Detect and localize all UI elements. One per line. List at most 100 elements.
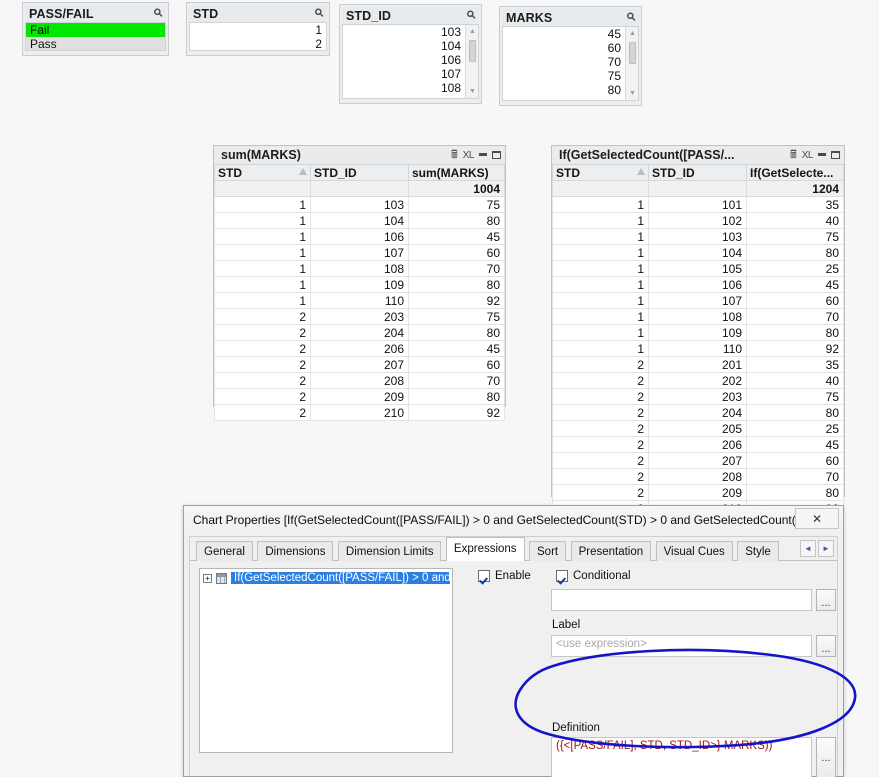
excel-export-icon[interactable]: XL: [802, 150, 814, 161]
minimize-icon[interactable]: [818, 153, 826, 156]
tab-scroll-buttons[interactable]: ◄ ►: [800, 540, 834, 557]
table-row[interactable]: 2 203 75: [214, 308, 505, 325]
cell-std[interactable]: 1: [214, 212, 311, 229]
column-header-expression[interactable]: sum(MARKS): [408, 165, 505, 181]
label-expression-browse-button[interactable]: ...: [816, 635, 836, 657]
table-row[interactable]: 1 109 80: [552, 324, 844, 341]
cell-std-id[interactable]: 106: [648, 276, 747, 293]
table-row[interactable]: 2 207 60: [214, 356, 505, 373]
cell-std-id[interactable]: 108: [648, 308, 747, 325]
close-icon[interactable]: ✕: [795, 508, 839, 529]
cell-std-id[interactable]: 101: [648, 196, 747, 213]
table-row[interactable]: 1 107 60: [214, 244, 505, 261]
list-item[interactable]: 2: [190, 37, 326, 50]
listbox-body[interactable]: 103 104 106 107 108 ▲ ▼: [342, 24, 479, 99]
conditional-checkbox[interactable]: Conditional: [556, 570, 631, 582]
print-icon[interactable]: 🖩: [451, 149, 458, 161]
cell-std-id[interactable]: 206: [310, 340, 409, 357]
table-row[interactable]: 1 110 92: [552, 340, 844, 357]
listbox-std-id[interactable]: STD_ID ⚲ 103 104 106 107 108 ▲ ▼: [339, 4, 482, 104]
cell-std[interactable]: 1: [552, 196, 649, 213]
table-row[interactable]: 1 101 35: [552, 196, 844, 213]
cell-value[interactable]: 92: [408, 292, 505, 309]
cell-value[interactable]: 60: [408, 356, 505, 373]
checkbox-box[interactable]: [556, 570, 568, 582]
tab-sort[interactable]: Sort: [529, 541, 567, 561]
cell-value[interactable]: 80: [408, 388, 505, 405]
table-row[interactable]: 1 103 75: [214, 196, 505, 213]
cell-std-id[interactable]: 209: [648, 484, 747, 501]
cell-std-id[interactable]: 108: [310, 260, 409, 277]
listbox-marks[interactable]: MARKS ⚲ 45 60 70 75 80 ▲ ▼: [499, 6, 642, 106]
chevron-left-icon[interactable]: ◄: [800, 540, 816, 557]
table-row[interactable]: 2 207 60: [552, 452, 844, 469]
cell-value[interactable]: 75: [408, 308, 505, 325]
tab-style[interactable]: Style: [737, 541, 779, 561]
cell-value[interactable]: 75: [746, 388, 844, 405]
cell-std-id[interactable]: 107: [310, 244, 409, 261]
chevron-right-icon[interactable]: ►: [818, 540, 834, 557]
magnifier-icon[interactable]: ⚲: [464, 8, 478, 22]
cell-value[interactable]: 45: [408, 340, 505, 357]
excel-export-icon[interactable]: XL: [463, 150, 475, 161]
magnifier-icon[interactable]: ⚲: [151, 6, 165, 21]
cell-value[interactable]: 35: [746, 356, 844, 373]
cell-value[interactable]: 80: [746, 404, 844, 421]
listbox-body[interactable]: 45 60 70 75 80 ▲ ▼: [502, 26, 639, 101]
listbox-scrollbar[interactable]: ▲ ▼: [625, 27, 638, 100]
definition-input[interactable]: ({<[PASS/FAIL], STD, STD_ID>} MARKS)): [551, 737, 812, 777]
table-row[interactable]: 2 206 45: [552, 436, 844, 453]
cell-std-id[interactable]: 201: [648, 356, 747, 373]
checkbox-box[interactable]: [478, 570, 490, 582]
cell-std[interactable]: 1: [552, 228, 649, 245]
cell-std-id[interactable]: 109: [648, 324, 747, 341]
table-row[interactable]: 2 203 75: [552, 388, 844, 405]
cell-value[interactable]: 60: [746, 292, 844, 309]
cell-std-id[interactable]: 204: [648, 404, 747, 421]
cell-std-id[interactable]: 104: [648, 244, 747, 261]
listbox-std[interactable]: STD ⚲ 1 2: [186, 2, 330, 56]
cell-std[interactable]: 2: [552, 436, 649, 453]
scroll-up-icon[interactable]: ▲: [626, 27, 638, 40]
column-header-std[interactable]: STD: [552, 165, 649, 181]
cell-std[interactable]: 2: [214, 388, 311, 405]
cell-std[interactable]: 1: [552, 212, 649, 229]
maximize-icon[interactable]: [831, 151, 840, 159]
cell-std[interactable]: 2: [214, 356, 311, 373]
dialog-title-bar[interactable]: Chart Properties [If(GetSelectedCount([P…: [184, 506, 843, 536]
cell-std-id[interactable]: 208: [310, 372, 409, 389]
table-row[interactable]: 221092: [214, 404, 505, 421]
table-row[interactable]: 2 201 35: [552, 356, 844, 373]
tab-visual-cues[interactable]: Visual Cues: [655, 541, 733, 561]
cell-std[interactable]: 2: [552, 372, 649, 389]
chart-properties-dialog[interactable]: Chart Properties [If(GetSelectedCount([P…: [183, 505, 844, 777]
column-header-std-id[interactable]: STD_ID: [648, 165, 747, 181]
list-item[interactable]: 60: [503, 41, 625, 55]
print-icon[interactable]: 🖩: [790, 149, 797, 161]
cell-value[interactable]: 92: [746, 340, 844, 357]
conditional-input-row[interactable]: ...: [551, 589, 836, 611]
cell-std[interactable]: 2: [214, 324, 311, 341]
column-header-expression[interactable]: If(GetSelecte...: [746, 165, 844, 181]
cell-std-id[interactable]: 103: [648, 228, 747, 245]
list-item[interactable]: Fail: [26, 23, 165, 37]
cell-std-id[interactable]: 207: [310, 356, 409, 373]
cell-value[interactable]: 75: [408, 196, 505, 213]
cell-std[interactable]: 1: [214, 276, 311, 293]
minimize-icon[interactable]: [479, 153, 487, 156]
cell-std-id[interactable]: 209: [310, 388, 409, 405]
tab-dimensions[interactable]: Dimensions: [257, 541, 334, 561]
table-row[interactable]: 1 106 45: [214, 228, 505, 245]
cell-value[interactable]: 80: [408, 212, 505, 229]
listbox-scrollbar[interactable]: ▲ ▼: [465, 25, 478, 98]
cell-std[interactable]: 1: [552, 308, 649, 325]
cell-std-id[interactable]: 104: [310, 212, 409, 229]
cell-value[interactable]: 60: [746, 452, 844, 469]
definition-expression-browse-button[interactable]: ...: [816, 737, 836, 777]
list-item[interactable]: 106: [343, 53, 465, 67]
table-row[interactable]: 2 204 80: [214, 324, 505, 341]
cell-value[interactable]: 92: [408, 404, 505, 421]
cell-std-id[interactable]: 109: [310, 276, 409, 293]
straight-table[interactable]: STD STD_ID If(GetSelecte... 1204 1 101 35 …: [552, 165, 844, 517]
conditional-expression-browse-button[interactable]: ...: [816, 589, 836, 611]
